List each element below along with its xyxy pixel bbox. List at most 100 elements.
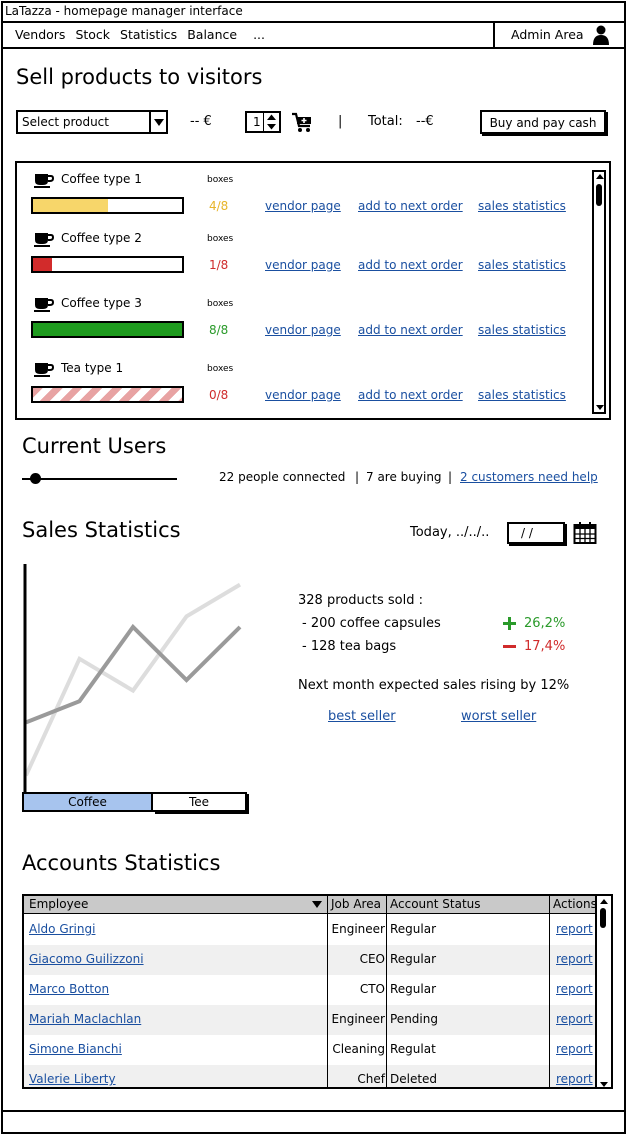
cup-icon: [34, 363, 54, 377]
vendor-page-link[interactable]: vendor page: [265, 323, 341, 337]
sales-statistics-link[interactable]: sales statistics: [478, 388, 566, 402]
users-slider-track[interactable]: [22, 478, 177, 480]
scroll-thumb[interactable]: [596, 184, 602, 206]
employee-link[interactable]: Marco Botton: [29, 982, 109, 996]
table-vertical-scrollbar[interactable]: [595, 896, 611, 1089]
calendar-icon[interactable]: [573, 521, 597, 545]
date-field[interactable]: / /: [507, 522, 565, 544]
add-to-next-order-link[interactable]: add to next order: [358, 199, 463, 213]
stock-level-fill: [33, 258, 52, 271]
stock-level-bar: [31, 256, 184, 273]
column-header-account-status[interactable]: Account Status: [390, 897, 481, 911]
stepper-arrows-icon[interactable]: [263, 113, 279, 131]
tab-coffee[interactable]: Coffee: [22, 792, 153, 812]
table-row: Valerie Liberty Chef Deleted report: [24, 1065, 597, 1087]
stock-level-fill: [33, 323, 182, 336]
sales-forecast: Next month expected sales rising by 12%: [298, 678, 570, 693]
scroll-thumb[interactable]: [600, 908, 606, 928]
employee-link[interactable]: Simone Bianchi: [29, 1042, 122, 1056]
menu-item-2[interactable]: Statistics: [120, 27, 177, 42]
column-header-actions[interactable]: Actions: [553, 897, 597, 911]
scroll-up-icon[interactable]: [599, 897, 609, 907]
sales-statistics-link[interactable]: sales statistics: [478, 199, 566, 213]
scroll-down-icon[interactable]: [599, 1079, 609, 1089]
job-area: Engineer: [331, 1012, 385, 1026]
add-to-next-order-link[interactable]: add to next order: [358, 258, 463, 272]
menu-item-1[interactable]: Stock: [75, 27, 110, 42]
buy-pay-cash-button[interactable]: Buy and pay cash: [480, 110, 606, 134]
stock-level-bar: [31, 386, 184, 403]
vendor-page-link[interactable]: vendor page: [265, 199, 341, 213]
report-link[interactable]: report: [556, 982, 593, 996]
add-to-next-order-link[interactable]: add to next order: [358, 323, 463, 337]
stock-level-fill: [33, 199, 108, 212]
accounts-heading: Accounts Statistics: [22, 851, 221, 875]
sales-chart-plot: [23, 564, 242, 792]
menu-item-0[interactable]: Vendors: [15, 27, 65, 42]
column-header-job-area[interactable]: Job Area: [331, 897, 381, 911]
users-heading: Current Users: [22, 434, 167, 458]
separator: |: [448, 470, 453, 484]
product-name: Coffee type 3: [61, 296, 142, 310]
employee-link[interactable]: Giacomo Guilizzoni: [29, 952, 144, 966]
coffee-sold-line: - 200 coffee capsules: [302, 616, 441, 631]
menu-item-3[interactable]: Balance: [187, 27, 237, 42]
stock-count: 0/8: [209, 388, 229, 402]
table-row: Aldo Gringi Engineer Regular report: [24, 915, 597, 945]
stock-level-fill: [33, 388, 182, 401]
cup-icon: [34, 174, 54, 188]
employee-link[interactable]: Aldo Gringi: [29, 922, 95, 936]
report-link[interactable]: report: [556, 1012, 593, 1026]
window-title: LaTazza - homepage manager interface: [3, 3, 624, 23]
stock-count: 4/8: [209, 199, 229, 213]
quantity-stepper[interactable]: 1: [245, 111, 281, 133]
job-area: Engineer: [331, 922, 385, 936]
product-name: Coffee type 1: [61, 172, 142, 186]
plus-icon: [503, 617, 516, 630]
customers-help-link[interactable]: 2 customers need help: [460, 470, 598, 484]
account-status: Regular: [390, 982, 437, 996]
report-link[interactable]: report: [556, 922, 593, 936]
admin-area-button[interactable]: Admin Area: [493, 23, 624, 47]
chevron-down-icon[interactable]: [149, 112, 166, 132]
stock-count: 8/8: [209, 323, 229, 337]
sales-statistics-link[interactable]: sales statistics: [478, 258, 566, 272]
report-link[interactable]: report: [556, 1072, 593, 1086]
report-link[interactable]: report: [556, 952, 593, 966]
vertical-scrollbar[interactable]: [592, 170, 606, 414]
product-select[interactable]: Select product: [16, 110, 168, 134]
account-status: Deleted: [390, 1072, 438, 1086]
add-to-next-order-link[interactable]: add to next order: [358, 388, 463, 402]
vendor-page-link[interactable]: vendor page: [265, 388, 341, 402]
vendor-page-link[interactable]: vendor page: [265, 258, 341, 272]
tab-tea[interactable]: Tee: [153, 792, 247, 812]
account-status: Regular: [390, 922, 437, 936]
users-slider-thumb[interactable]: [30, 473, 41, 484]
cart-add-icon[interactable]: [291, 112, 315, 134]
account-status: Regulat: [390, 1042, 436, 1056]
boxes-label: boxes: [207, 234, 234, 244]
employee-link[interactable]: Valerie Liberty: [29, 1072, 116, 1086]
worst-seller-link[interactable]: worst seller: [461, 709, 536, 724]
status-bar-divider: [3, 1110, 624, 1112]
column-header-employee[interactable]: Employee: [29, 897, 88, 911]
table-row: Mariah Maclachlan Engineer Pending repor…: [24, 1005, 597, 1035]
menu-items: Vendors Stock Statistics Balance...: [15, 27, 275, 42]
quantity-value: 1: [253, 115, 261, 129]
report-link[interactable]: report: [556, 1042, 593, 1056]
unit-price: -- €: [190, 114, 212, 129]
menu-bar: Vendors Stock Statistics Balance... Admin A…: [3, 23, 624, 49]
sales-chart: Coffee Tee: [20, 564, 250, 819]
scroll-up-icon[interactable]: [595, 172, 605, 182]
sell-heading: Sell products to visitors: [16, 65, 263, 89]
user-icon: [593, 25, 609, 45]
column-divider: [327, 896, 328, 1087]
menu-item-4[interactable]: ...: [253, 27, 265, 42]
job-area: Chef: [357, 1072, 385, 1086]
employee-link[interactable]: Mariah Maclachlan: [29, 1012, 141, 1026]
scroll-down-icon[interactable]: [595, 402, 605, 412]
sales-statistics-link[interactable]: sales statistics: [478, 323, 566, 337]
best-seller-link[interactable]: best seller: [328, 709, 396, 724]
tea-change: 17,4%: [524, 639, 566, 654]
sort-down-icon[interactable]: [312, 901, 322, 908]
